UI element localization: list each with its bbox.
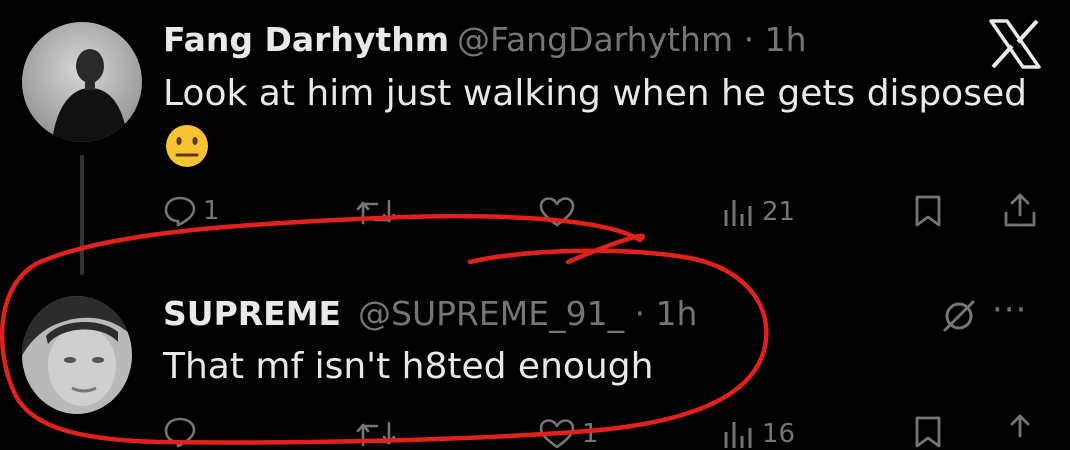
more-icon[interactable]: ··· <box>992 290 1027 330</box>
reply-button[interactable] <box>163 416 197 448</box>
reply-icon <box>164 417 196 448</box>
handle-and-time[interactable]: @SUPREME_91_ · 1h <box>358 294 697 333</box>
neutral-face-emoji <box>163 122 211 170</box>
bookmark-icon <box>915 195 941 227</box>
heart-icon <box>539 197 575 227</box>
share-button[interactable] <box>1002 412 1038 450</box>
share-icon <box>1010 414 1030 438</box>
retweet-icon <box>356 421 396 447</box>
like-button[interactable] <box>538 196 576 228</box>
retweet-button[interactable] <box>355 418 397 450</box>
like-button[interactable]: 1 <box>538 418 599 450</box>
x-logo-icon[interactable] <box>987 18 1043 70</box>
display-name[interactable]: Fang Darhythm <box>163 20 449 59</box>
views-button[interactable]: 21 <box>722 196 795 228</box>
tweet-text: That mf isn't h8ted enough <box>163 346 654 387</box>
avatar[interactable] <box>22 296 132 414</box>
thread-connector-line <box>80 155 84 275</box>
share-icon <box>1004 193 1036 227</box>
heart-icon <box>539 419 575 449</box>
display-name[interactable]: SUPREME <box>163 294 341 333</box>
bookmark-button[interactable] <box>912 193 944 229</box>
handle-and-time[interactable]: @FangDarhythm · 1h <box>457 20 806 59</box>
views-count: 21 <box>762 197 796 227</box>
reply-icon <box>164 196 196 227</box>
tweet-text: Look at him just walking when he gets di… <box>163 73 1027 114</box>
views-icon <box>724 422 752 448</box>
retweet-icon <box>356 199 396 225</box>
views-icon <box>724 200 752 226</box>
share-button[interactable] <box>1002 191 1038 229</box>
reply-button[interactable]: 1 <box>163 195 220 227</box>
views-button[interactable]: 16 <box>722 418 795 450</box>
reply-count: 1 <box>203 196 220 226</box>
grok-icon[interactable] <box>940 296 978 338</box>
avatar[interactable] <box>22 22 142 142</box>
retweet-button[interactable] <box>355 196 397 228</box>
